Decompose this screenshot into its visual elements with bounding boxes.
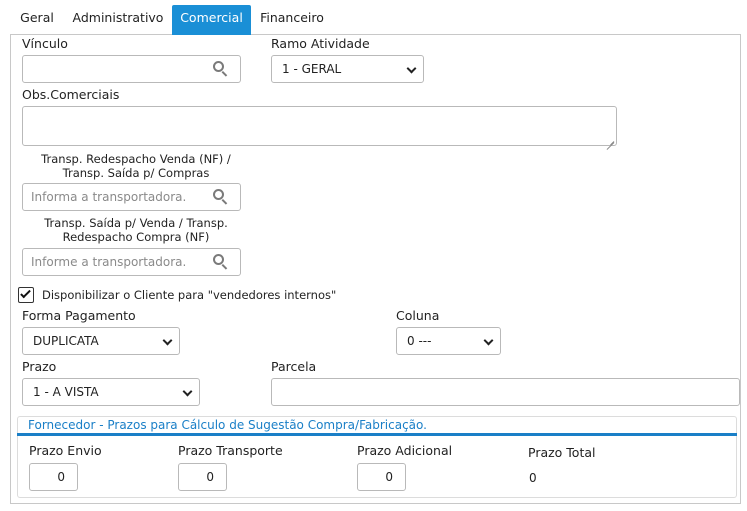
ramo-atividade-select[interactable]: 1 - GERAL — [271, 55, 424, 83]
vinculo-label: Vínculo — [22, 36, 68, 51]
prazo-total-value: 0 — [529, 471, 537, 485]
parcela-label: Parcela — [271, 359, 317, 374]
checkmark-icon — [20, 287, 31, 299]
prazo-transporte-input[interactable]: 0 — [178, 463, 227, 491]
parcela-input[interactable] — [271, 378, 740, 406]
obs-comerciais-textarea[interactable] — [22, 106, 617, 146]
chevron-down-icon — [162, 335, 173, 346]
transp-redespacho-venda-label: Transp. Redespacho Venda (NF) / Transp. … — [41, 152, 231, 180]
coluna-label: Coluna — [396, 308, 440, 323]
chevron-down-icon — [182, 386, 193, 397]
fornecedor-legend: Fornecedor - Prazos para Cálculo de Suge… — [28, 418, 427, 432]
fornecedor-legend-divider — [17, 433, 737, 436]
vendedores-internos-checkbox[interactable] — [18, 287, 34, 303]
ramo-atividade-value: 1 - GERAL — [282, 62, 342, 76]
prazo-total-label: Prazo Total — [528, 445, 596, 460]
ramo-atividade-label: Ramo Atividade — [271, 36, 370, 51]
forma-pagamento-select[interactable]: DUPLICATA — [22, 327, 180, 355]
coluna-value: 0 --- — [407, 334, 432, 348]
transp-redespacho-venda-input[interactable] — [22, 183, 241, 211]
search-icon[interactable] — [212, 60, 230, 78]
tab-financeiro[interactable]: Financeiro — [254, 5, 330, 35]
prazo-transporte-label: Prazo Transporte — [178, 443, 283, 458]
prazo-envio-input[interactable]: 0 — [29, 463, 78, 491]
prazo-value: 1 - A VISTA — [33, 385, 99, 399]
search-icon[interactable] — [212, 253, 230, 271]
tab-bar: Geral Administrativo Comercial Financeir… — [10, 5, 741, 35]
forma-pagamento-value: DUPLICATA — [33, 334, 99, 348]
prazo-envio-label: Prazo Envio — [29, 443, 102, 458]
prazo-adicional-label: Prazo Adicional — [357, 443, 453, 458]
forma-pagamento-label: Forma Pagamento — [22, 308, 136, 323]
obs-comerciais-label: Obs.Comerciais — [22, 87, 120, 102]
tab-geral[interactable]: Geral — [14, 5, 60, 35]
prazo-adicional-input[interactable]: 0 — [357, 463, 406, 491]
prazo-label: Prazo — [22, 359, 57, 374]
chevron-down-icon — [483, 335, 494, 346]
transp-saida-venda-input[interactable] — [22, 248, 241, 276]
vendedores-internos-label: Disponibilizar o Cliente para "vendedore… — [42, 288, 337, 302]
resize-grip-icon[interactable] — [606, 135, 614, 143]
search-icon[interactable] — [212, 188, 230, 206]
transp-saida-venda-label: Transp. Saída p/ Venda / Transp. Redespa… — [44, 216, 228, 244]
prazo-select[interactable]: 1 - A VISTA — [22, 378, 200, 406]
coluna-select[interactable]: 0 --- — [396, 327, 501, 355]
tab-comercial[interactable]: Comercial — [172, 5, 251, 35]
chevron-down-icon — [406, 63, 417, 74]
vinculo-input[interactable] — [22, 55, 241, 83]
tab-administrativo[interactable]: Administrativo — [66, 5, 170, 35]
